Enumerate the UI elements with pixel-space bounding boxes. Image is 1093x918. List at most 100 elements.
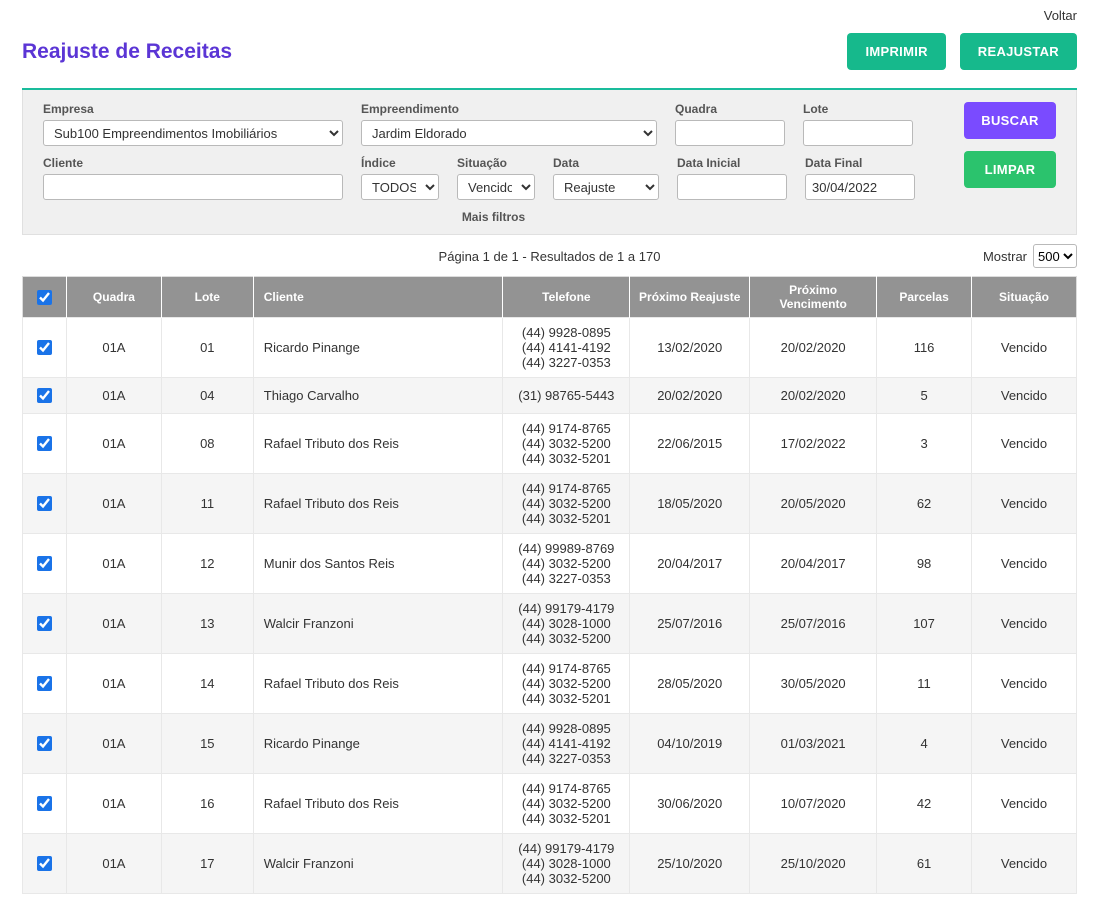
cell-lote: 17 [161,834,253,894]
row-select-cell [23,774,67,834]
cell-parcelas: 3 [877,414,972,474]
cell-proximo-reajuste: 30/06/2020 [630,774,750,834]
cell-situacao: Vencido [972,474,1077,534]
row-select-cell [23,834,67,894]
indice-select[interactable]: TODOS [361,174,439,200]
row-checkbox[interactable] [37,436,52,451]
voltar-link[interactable]: Voltar [1044,8,1077,23]
mostrar-select[interactable]: 500 [1033,244,1077,268]
filter-row-2: Cliente Índice TODOS Situação Vencido [43,156,944,200]
empresa-field: Empresa Sub100 Empreendimentos Imobiliár… [43,102,343,146]
table-row: 01A 13 Walcir Franzoni (44) 99179-4179(4… [23,594,1077,654]
row-checkbox[interactable] [37,736,52,751]
cell-quadra: 01A [66,318,161,378]
select-all-header [23,277,67,318]
cell-lote: 08 [161,414,253,474]
cell-parcelas: 61 [877,834,972,894]
data-final-input[interactable] [805,174,915,200]
page-title: Reajuste de Receitas [22,40,232,64]
quadra-input[interactable] [675,120,785,146]
cell-lote: 04 [161,378,253,414]
cell-proximo-reajuste: 22/06/2015 [630,414,750,474]
cell-telefone: (44) 9174-8765(44) 3032-5200(44) 3032-52… [503,474,630,534]
cell-telefone: (44) 99989-8769(44) 3032-5200(44) 3227-0… [503,534,630,594]
row-checkbox[interactable] [37,856,52,871]
cell-cliente: Ricardo Pinange [253,318,503,378]
buscar-button[interactable]: BUSCAR [964,102,1056,139]
results-table: Quadra Lote Cliente Telefone Próximo Rea… [22,276,1077,894]
row-checkbox[interactable] [37,496,52,511]
row-select-cell [23,318,67,378]
reajustar-button[interactable]: REAJUSTAR [960,33,1077,70]
row-select-cell [23,414,67,474]
data-field: Data Reajuste [553,156,659,200]
empreendimento-select[interactable]: Jardim Eldorado [361,120,657,146]
pagination-bar: Página 1 de 1 - Resultados de 1 a 170 Mo… [22,235,1077,276]
cell-cliente: Rafael Tributo dos Reis [253,774,503,834]
quadra-label: Quadra [675,102,785,116]
cell-proximo-reajuste: 20/04/2017 [630,534,750,594]
empresa-select[interactable]: Sub100 Empreendimentos Imobiliários [43,120,343,146]
row-select-cell [23,594,67,654]
table-row: 01A 16 Rafael Tributo dos Reis (44) 9174… [23,774,1077,834]
situacao-field: Situação Vencido [457,156,535,200]
col-cliente: Cliente [253,277,503,318]
cell-telefone: (44) 99179-4179(44) 3028-1000(44) 3032-5… [503,594,630,654]
table-row: 01A 14 Rafael Tributo dos Reis (44) 9174… [23,654,1077,714]
cell-situacao: Vencido [972,534,1077,594]
table-body: 01A 01 Ricardo Pinange (44) 9928-0895(44… [23,318,1077,894]
situacao-select[interactable]: Vencido [457,174,535,200]
table-row: 01A 17 Walcir Franzoni (44) 99179-4179(4… [23,834,1077,894]
cell-quadra: 01A [66,378,161,414]
cell-parcelas: 11 [877,654,972,714]
cell-situacao: Vencido [972,834,1077,894]
cell-proximo-vencimento: 20/05/2020 [750,474,877,534]
situacao-label: Situação [457,156,535,170]
data-final-field: Data Final [805,156,915,200]
cell-quadra: 01A [66,474,161,534]
row-checkbox[interactable] [37,796,52,811]
filter-buttons: BUSCAR LIMPAR [944,102,1056,224]
cell-quadra: 01A [66,834,161,894]
table-row: 01A 15 Ricardo Pinange (44) 9928-0895(44… [23,714,1077,774]
cell-parcelas: 116 [877,318,972,378]
row-checkbox[interactable] [37,616,52,631]
empreendimento-label: Empreendimento [361,102,657,116]
cell-parcelas: 62 [877,474,972,534]
page: Voltar Reajuste de Receitas IMPRIMIR REA… [0,0,1093,918]
cell-proximo-reajuste: 25/10/2020 [630,834,750,894]
cell-telefone: (44) 9174-8765(44) 3032-5200(44) 3032-52… [503,414,630,474]
cliente-input[interactable] [43,174,343,200]
cell-lote: 16 [161,774,253,834]
col-situacao: Situação [972,277,1077,318]
cell-cliente: Rafael Tributo dos Reis [253,414,503,474]
row-checkbox[interactable] [37,388,52,403]
limpar-button[interactable]: LIMPAR [964,151,1056,188]
cell-lote: 12 [161,534,253,594]
cell-telefone: (44) 99179-4179(44) 3028-1000(44) 3032-5… [503,834,630,894]
imprimir-button[interactable]: IMPRIMIR [847,33,945,70]
empreendimento-field: Empreendimento Jardim Eldorado [361,102,657,146]
data-select[interactable]: Reajuste [553,174,659,200]
row-checkbox[interactable] [37,340,52,355]
lote-input[interactable] [803,120,913,146]
cell-cliente: Thiago Carvalho [253,378,503,414]
cell-proximo-vencimento: 30/05/2020 [750,654,877,714]
select-all-checkbox[interactable] [37,290,52,305]
mostrar-label: Mostrar [983,249,1027,264]
cell-lote: 13 [161,594,253,654]
filter-panel: Empresa Sub100 Empreendimentos Imobiliár… [22,90,1077,235]
cell-quadra: 01A [66,654,161,714]
row-checkbox[interactable] [37,556,52,571]
cell-cliente: Walcir Franzoni [253,834,503,894]
mais-filtros-link[interactable]: Mais filtros [43,210,944,224]
row-checkbox[interactable] [37,676,52,691]
cell-proximo-reajuste: 20/02/2020 [630,378,750,414]
page-header: Reajuste de Receitas IMPRIMIR REAJUSTAR [22,33,1077,70]
col-lote: Lote [161,277,253,318]
data-inicial-input[interactable] [677,174,787,200]
data-final-label: Data Final [805,156,915,170]
filter-row-1: Empresa Sub100 Empreendimentos Imobiliár… [43,102,944,146]
cell-proximo-reajuste: 25/07/2016 [630,594,750,654]
cell-proximo-reajuste: 04/10/2019 [630,714,750,774]
